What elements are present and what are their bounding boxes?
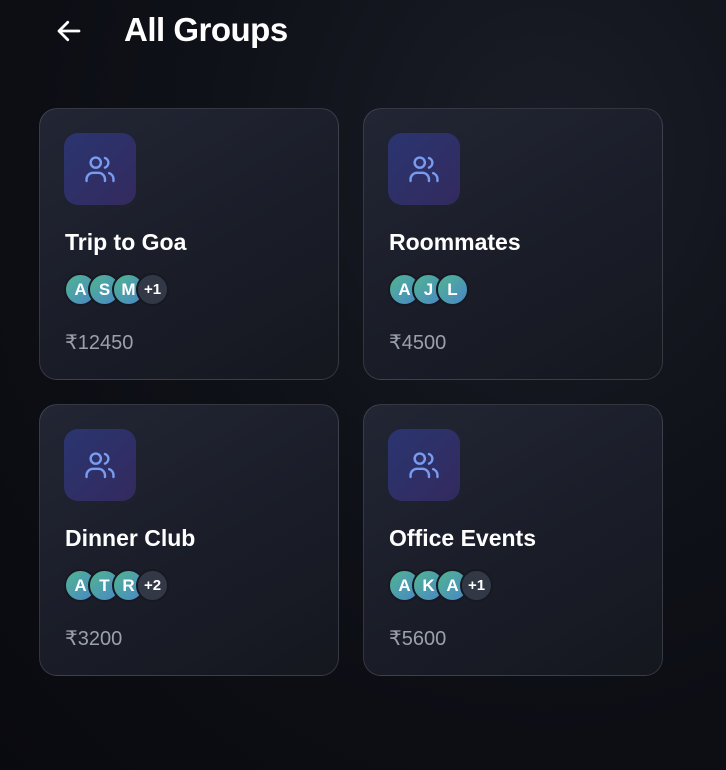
- users-icon: [409, 156, 439, 183]
- group-card[interactable]: Dinner Club A T R +2 ₹3200: [39, 404, 339, 676]
- group-icon-box: [388, 133, 460, 205]
- avatar: L: [436, 273, 469, 306]
- group-icon-box: [64, 133, 136, 205]
- back-button[interactable]: [52, 14, 86, 48]
- member-avatars: A J L: [388, 273, 469, 306]
- users-icon: [85, 452, 115, 479]
- page-title: All Groups: [124, 11, 288, 48]
- arrow-left-icon: [57, 20, 81, 42]
- group-name: Office Events: [389, 525, 536, 551]
- users-icon: [409, 452, 439, 479]
- group-icon-box: [388, 429, 460, 501]
- member-avatars: A T R +2: [64, 569, 169, 602]
- groups-grid: Trip to Goa A S M +1 ₹12450 Roommates A …: [39, 108, 663, 676]
- group-amount: ₹4500: [389, 332, 447, 354]
- group-name: Dinner Club: [65, 525, 196, 551]
- group-name: Trip to Goa: [65, 229, 187, 255]
- group-amount: ₹12450: [65, 332, 134, 354]
- member-avatars: A K A +1: [388, 569, 493, 602]
- group-card[interactable]: Trip to Goa A S M +1 ₹12450: [39, 108, 339, 380]
- group-icon-box: [64, 429, 136, 501]
- group-amount: ₹5600: [389, 628, 447, 650]
- more-members-badge: +1: [136, 273, 169, 306]
- group-card[interactable]: Office Events A K A +1 ₹5600: [363, 404, 663, 676]
- users-icon: [85, 156, 115, 183]
- group-amount: ₹3200: [65, 628, 123, 650]
- more-members-badge: +2: [136, 569, 169, 602]
- group-name: Roommates: [389, 229, 521, 255]
- member-avatars: A S M +1: [64, 273, 169, 306]
- header: All Groups: [0, 0, 726, 62]
- group-card[interactable]: Roommates A J L ₹4500: [363, 108, 663, 380]
- more-members-badge: +1: [460, 569, 493, 602]
